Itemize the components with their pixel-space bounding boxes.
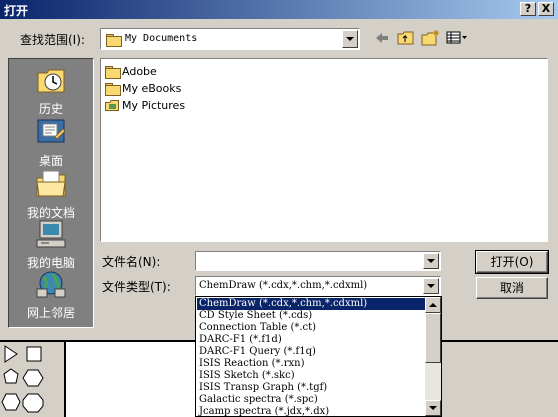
- back-icon[interactable]: [374, 31, 390, 45]
- dropdown-option[interactable]: DARC-F1 Query (*.f1q): [197, 346, 425, 358]
- octagon-tool-icon: [22, 393, 44, 413]
- lookin-value: My Documents: [125, 33, 198, 44]
- cancel-button[interactable]: 取消: [476, 277, 548, 299]
- place-label: 桌面: [38, 154, 63, 168]
- hexagon-tool-icon: [22, 369, 44, 387]
- shape-tools: [1, 345, 44, 413]
- dropdown-option[interactable]: DARC-F1 (*.f1d): [197, 334, 425, 346]
- dialog-title: 打开: [4, 4, 29, 18]
- place-history[interactable]: 历史: [9, 65, 93, 117]
- triangle-tool-icon: [4, 345, 18, 363]
- folder-icon: [106, 34, 122, 47]
- help-button[interactable]: ?: [520, 2, 536, 16]
- filetype-combo[interactable]: ChemDraw (*.cdx,*.chm,*.cdxml): [195, 276, 441, 296]
- scroll-thumb[interactable]: [425, 313, 441, 363]
- my-documents-icon: [36, 170, 66, 197]
- scroll-down-button[interactable]: [425, 400, 441, 416]
- dropdown-option[interactable]: ISIS Sketch (*.skc): [197, 370, 425, 382]
- list-item[interactable]: My Pictures: [105, 97, 185, 113]
- filename-label: 文件名(N):: [102, 255, 161, 269]
- dropdown-option[interactable]: ChemDraw (*.cdx,*.chm,*.cdxml): [197, 298, 425, 310]
- place-my-computer[interactable]: 我的电脑: [9, 219, 93, 271]
- drawing-canvas[interactable]: [64, 342, 195, 417]
- filetype-dropdown-button[interactable]: [423, 278, 439, 294]
- filename-input[interactable]: [198, 254, 420, 268]
- history-icon: [37, 69, 65, 93]
- dropdown-option[interactable]: CD Style Sheet (*.cds): [197, 310, 425, 322]
- place-network[interactable]: 网上邻居: [9, 269, 93, 321]
- places-bar: 历史 桌面 我的文档 我的电脑 网上邻居: [8, 58, 94, 328]
- dropdown-option[interactable]: ISIS Transp Graph (*.tgf): [197, 382, 425, 394]
- close-button[interactable]: X: [538, 2, 554, 16]
- filename-combo[interactable]: [195, 251, 441, 271]
- file-name: My Pictures: [122, 98, 186, 112]
- place-label: 历史: [38, 102, 63, 116]
- new-folder-icon[interactable]: [421, 29, 441, 47]
- list-item[interactable]: Adobe: [105, 63, 157, 79]
- filetype-value: ChemDraw (*.cdx,*.chm,*.cdxml): [199, 280, 368, 291]
- scroll-up-button[interactable]: [425, 297, 441, 313]
- title-bar[interactable]: 打开 ? X: [0, 0, 558, 19]
- filename-dropdown-button[interactable]: [423, 253, 439, 269]
- up-folder-icon[interactable]: [397, 30, 415, 46]
- folder-icon: [105, 65, 121, 79]
- filetype-label: 文件类型(T):: [102, 280, 171, 294]
- pentagon-tool-icon: [3, 368, 19, 384]
- dropdown-option[interactable]: Connection Table (*.ct): [197, 322, 425, 334]
- network-places-icon: [36, 271, 66, 298]
- list-item[interactable]: My eBooks: [105, 80, 181, 96]
- place-my-documents[interactable]: 我的文档: [9, 169, 93, 221]
- square-tool-icon: [26, 346, 42, 362]
- lookin-combo[interactable]: My Documents: [100, 28, 360, 50]
- file-list[interactable]: Adobe My eBooks My Pictures: [100, 58, 548, 242]
- tool-palette: [0, 342, 48, 417]
- lookin-label: 查找范围(I):: [20, 33, 85, 47]
- open-button[interactable]: 打开(O): [475, 250, 549, 274]
- open-file-dialog: 打开 ? X 查找范围(I): My Documents 历史 桌面 我的文档 …: [0, 0, 558, 340]
- file-name: Adobe: [122, 64, 157, 78]
- place-desktop[interactable]: 桌面: [9, 117, 93, 169]
- heptagon-tool-icon: [1, 393, 21, 411]
- dropdown-option[interactable]: Galactic spectra (*.spc): [197, 394, 425, 406]
- dropdown-option[interactable]: ISIS Reaction (*.rxn): [197, 358, 425, 370]
- my-computer-icon: [36, 220, 66, 248]
- view-menu-icon[interactable]: [446, 31, 468, 45]
- pictures-folder-icon: [105, 99, 119, 111]
- filetype-dropdown-list[interactable]: ChemDraw (*.cdx,*.chm,*.cdxml) CD Style …: [195, 296, 442, 417]
- folder-icon: [105, 82, 121, 96]
- lookin-dropdown-button[interactable]: [342, 30, 358, 48]
- desktop-icon: [37, 119, 66, 143]
- dropdown-scrollbar[interactable]: [425, 297, 441, 416]
- file-name: My eBooks: [122, 81, 182, 95]
- place-label: 网上邻居: [26, 306, 75, 320]
- dropdown-option[interactable]: Jcamp spectra (*.jdx,*.dx): [197, 406, 425, 417]
